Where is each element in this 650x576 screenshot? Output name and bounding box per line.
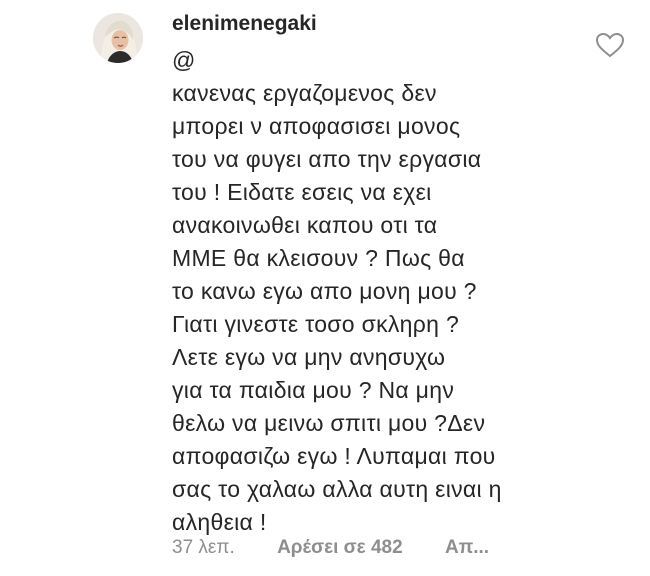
comment-line: για τα παιδια μου ? Να μην <box>172 377 455 403</box>
avatar-image <box>93 13 143 63</box>
comment-likes-button[interactable]: Αρέσει σε 482 <box>277 537 403 559</box>
comment-body: elenimenegaki @ κανενας εργαζομενος δεν … <box>172 10 592 539</box>
comment-line: κανενας εργαζομενος δεν <box>172 80 437 106</box>
reply-button[interactable]: Απ... <box>445 537 489 559</box>
heart-outline-icon <box>595 32 625 58</box>
comment-line: σας το χαλαω αλλα αυτη ειναι η <box>172 476 502 502</box>
comment-timestamp: 37 λεπ. <box>172 537 235 558</box>
comment-username[interactable]: elenimenegaki <box>172 10 592 38</box>
comment-line: του να φυγει απο την εργασια <box>172 146 482 172</box>
heart-icon[interactable] <box>595 32 625 58</box>
comment-line: Γιατι γινεστε τοσο σκληρη ? <box>172 311 460 337</box>
comment-line: θελω να μεινω σπιτι μου ?Δεν <box>172 410 486 436</box>
comment-line: μπορει ν αποφασισει μονος <box>172 113 461 139</box>
comment-line: ΜΜΕ θα κλεισουν ? Πως θα <box>172 245 465 271</box>
comment-meta: 37 λεπ. Αρέσει σε 482 Απ... <box>172 537 489 559</box>
comment-line: το κανω εγω απο μονη μου ? <box>172 278 477 304</box>
comment-line: αποφασιζω εγω ! Λυπαμαι που <box>172 443 496 469</box>
comment-mention[interactable]: @ <box>172 45 592 75</box>
avatar[interactable] <box>93 13 143 63</box>
comment: elenimenegaki @ κανενας εργαζομενος δεν … <box>0 0 650 576</box>
comment-line: ανακοινωθει καπου οτι τα <box>172 212 438 238</box>
comment-line: του ! Ειδατε εσεις να εχει <box>172 179 432 205</box>
comment-line: Λετε εγω να μην ανησυχω <box>172 344 446 370</box>
comment-line: αληθεια ! <box>172 509 267 535</box>
comment-text: κανενας εργαζομενος δεν μπορει ν αποφασι… <box>172 77 592 539</box>
